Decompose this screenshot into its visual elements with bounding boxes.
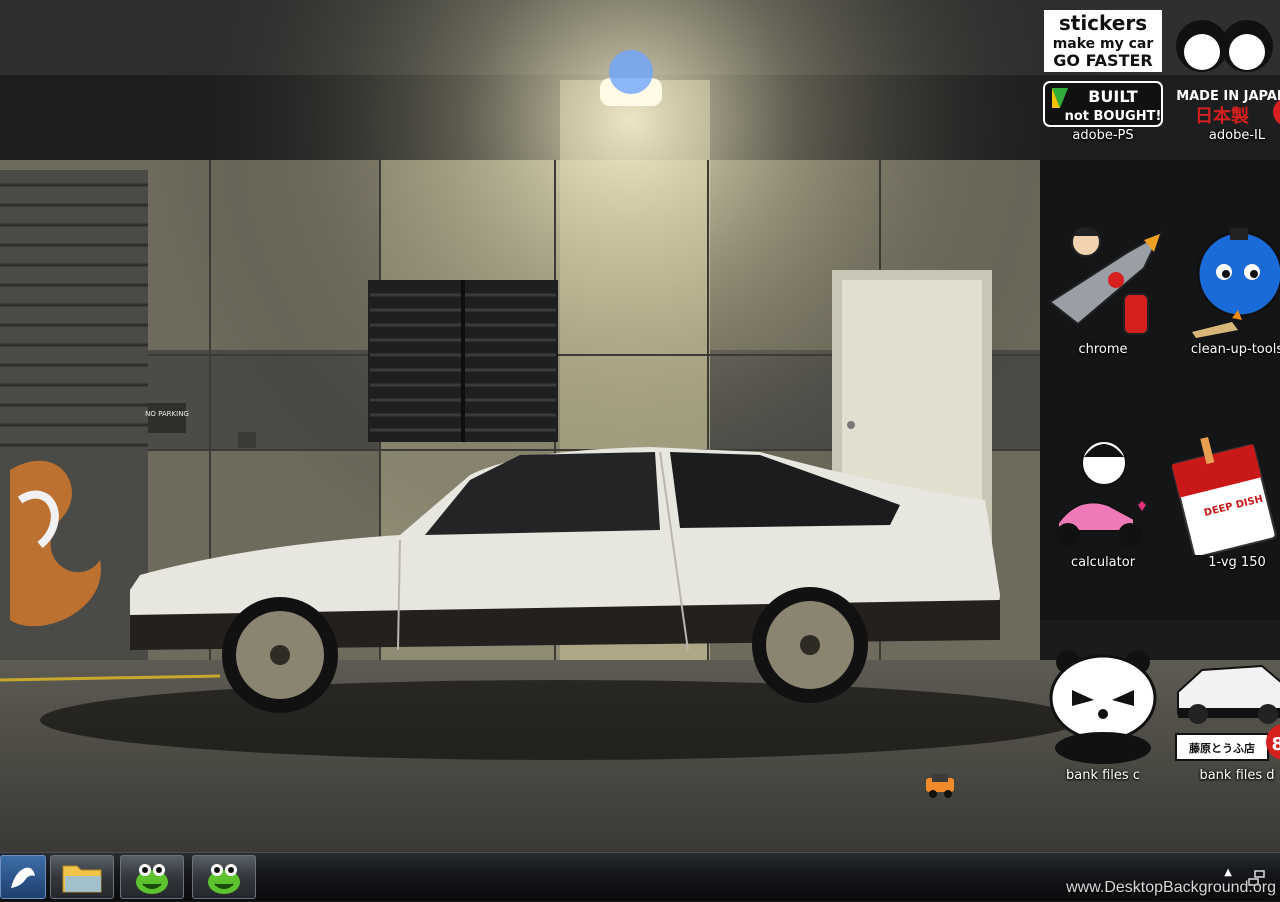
folder-icon xyxy=(62,865,102,893)
taskbar-file-explorer-button[interactable] xyxy=(50,855,114,899)
desktop-icon-clean-up-tools[interactable]: clean-up-tools xyxy=(1172,222,1280,358)
desktop-icon-1-vg-150[interactable]: DEEP DISH 1-vg 150 xyxy=(1172,435,1280,571)
sticker-text-made-in-japan: MADE IN JAPAN xyxy=(1176,89,1280,104)
sticker-adobe-ps-icon: stickers make my car GO FASTER BUILT not… xyxy=(1043,10,1163,127)
bomb-sticker-icon xyxy=(1192,228,1280,338)
desktop-icon-calculator[interactable]: calculator xyxy=(1038,435,1168,571)
sticker-text-not-bought: not BOUGHT! xyxy=(1065,109,1162,124)
om-nom-icon xyxy=(136,864,168,894)
rocket-girl-sticker-icon xyxy=(1048,227,1163,335)
desktop-icon-label: bank files d xyxy=(1199,768,1275,783)
sticker-adobe-il-icon: MADE IN JAPAN 日本製 xyxy=(1176,20,1280,127)
ae86-tofu-sticker-icon: 藤原とうふ店 86 xyxy=(1175,664,1280,761)
desktop-icon-bank-files-c[interactable]: bank files c xyxy=(1038,648,1168,784)
taskbar-cut-the-rope-button-2[interactable] xyxy=(192,855,256,899)
taskbar: ▲ www.DesktopBackground.org xyxy=(0,852,1280,901)
sticker-text-86: 86 xyxy=(1271,734,1280,755)
show-hidden-icons-chevron-icon[interactable]: ▲ xyxy=(1224,867,1232,878)
cigarette-pack-sticker-icon: DEEP DISH xyxy=(1172,436,1277,555)
sticker-text-stickers: stickers xyxy=(1059,11,1147,35)
desktop-icon-adobe-ps[interactable]: stickers make my car GO FASTER BUILT not… xyxy=(1038,8,1168,144)
desktop-icon-label: calculator xyxy=(1070,555,1136,570)
desktop-small-car-icon[interactable] xyxy=(924,770,956,800)
desktop-icon-adobe-il[interactable]: MADE IN JAPAN 日本製 adobe-IL xyxy=(1172,8,1280,144)
desktop-icon-label: bank files c xyxy=(1066,768,1140,783)
start-button[interactable] xyxy=(0,855,46,899)
desktop-icon-label: adobe-PS xyxy=(1072,128,1134,143)
sticker-text-tofu-shop: 藤原とうふ店 xyxy=(1189,741,1255,755)
sticker-text-built: BUILT xyxy=(1088,87,1138,106)
scooter-girl-sticker-icon xyxy=(1056,440,1146,547)
desktop-icon-label: clean-up-tools xyxy=(1190,342,1280,357)
watermark-text: www.DesktopBackground.org xyxy=(1066,879,1276,896)
desktop-icon-label: adobe-IL xyxy=(1208,128,1266,143)
start-orb-icon xyxy=(11,867,35,888)
desktop-icon-label: chrome xyxy=(1078,342,1128,357)
taskbar-cut-the-rope-button-1[interactable] xyxy=(120,855,184,899)
sticker-text-go-faster: GO FASTER xyxy=(1053,51,1152,70)
sticker-text-nihon: 日本製 xyxy=(1195,105,1249,127)
desktop-icon-bank-files-d[interactable]: 藤原とうふ店 86 bank files d xyxy=(1172,648,1280,784)
om-nom-icon xyxy=(208,864,240,894)
no-parking-sign: NO PARKING xyxy=(145,410,189,418)
panda-sticker-icon xyxy=(1049,650,1157,764)
sticker-text-make-my-car: make my car xyxy=(1053,36,1154,52)
desktop-icon-chrome[interactable]: chrome xyxy=(1038,222,1168,358)
desktop-icon-label: 1-vg 150 xyxy=(1208,555,1266,570)
